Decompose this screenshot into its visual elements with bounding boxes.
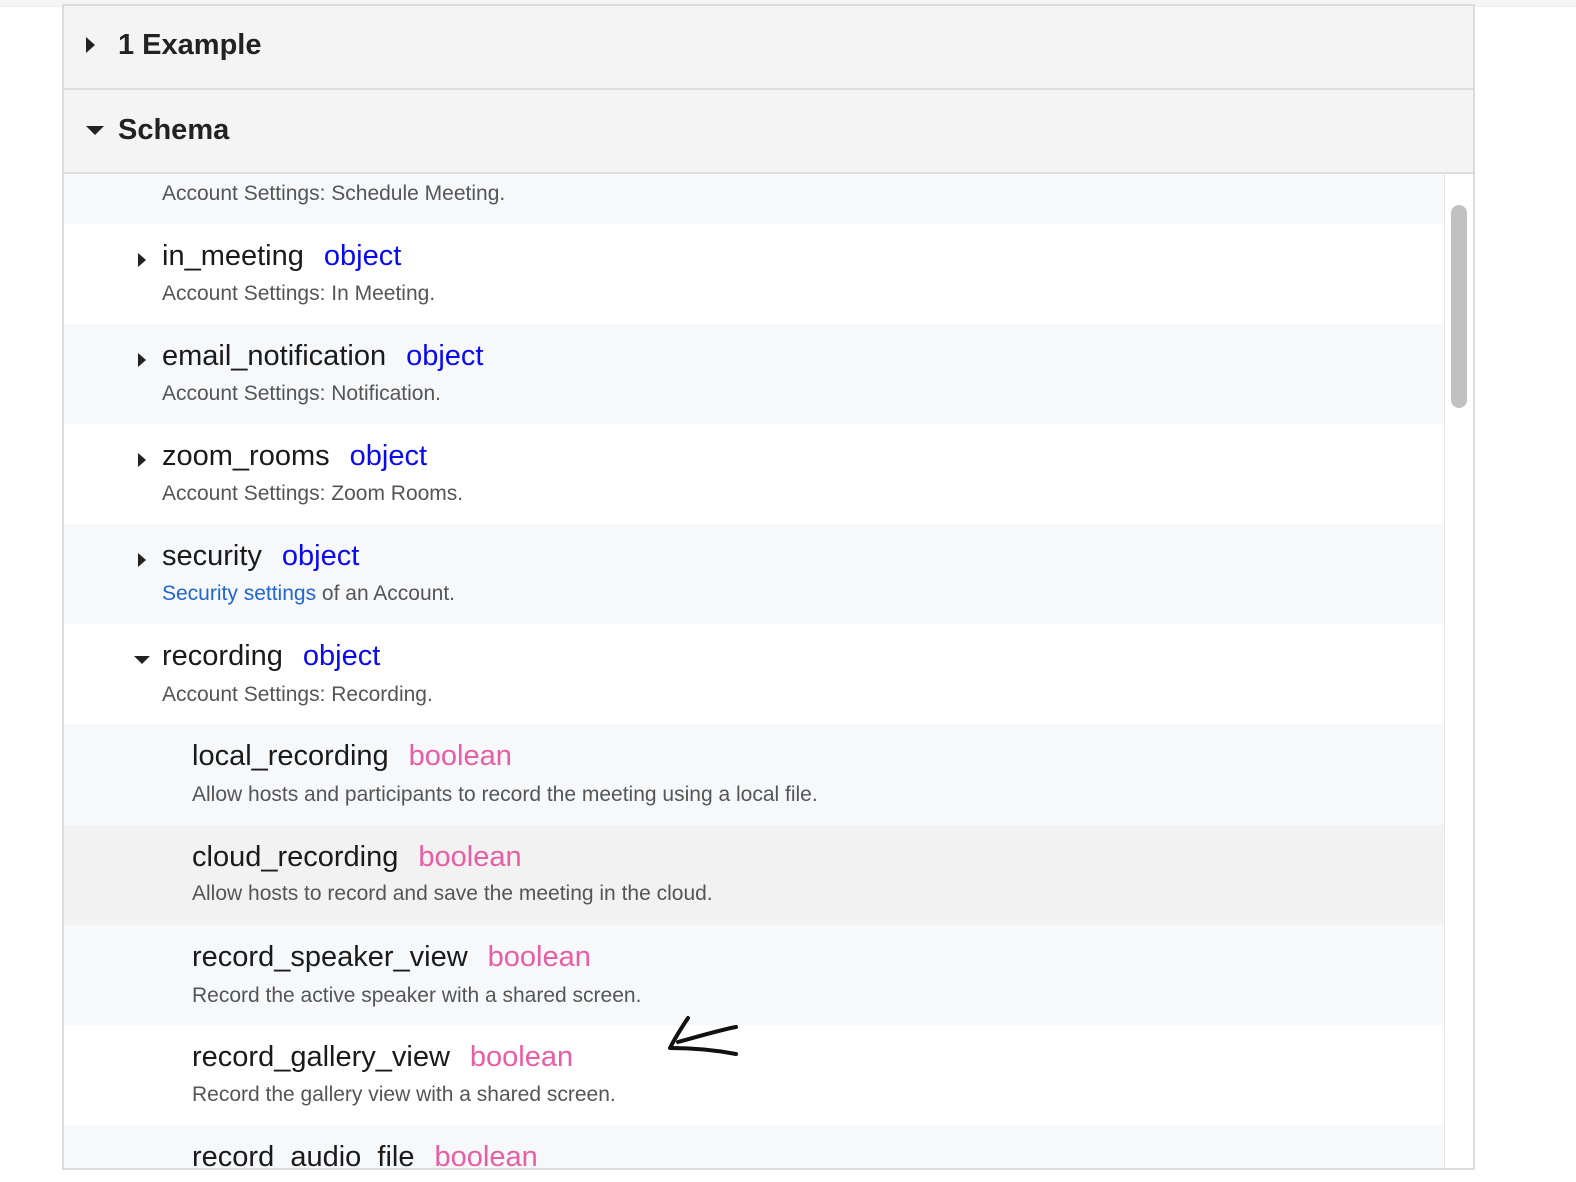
security-settings-link[interactable]: Security settings	[162, 582, 316, 605]
property-name: security	[162, 540, 262, 572]
schema-row-schedule-meeting: Account Settings: Schedule Meeting.	[64, 174, 1444, 224]
property-row-recording[interactable]: recording object Account Settings: Record…	[64, 624, 1444, 724]
example-accordion[interactable]: 1 Example	[64, 6, 1473, 90]
property-type: boolean	[418, 841, 522, 873]
property-type: boolean	[487, 941, 591, 973]
caret-down-icon[interactable]	[134, 656, 150, 664]
property-type: boolean	[408, 740, 512, 772]
property-name: cloud_recording	[192, 841, 399, 873]
property-row-zoom-rooms[interactable]: zoom_rooms object Account Settings: Zoom …	[64, 424, 1444, 524]
property-description: Account Settings: Schedule Meeting.	[162, 182, 506, 205]
property-name: local_recording	[192, 740, 389, 772]
property-name: record_audio_file	[192, 1141, 415, 1170]
property-description: Record the gallery view with a shared sc…	[192, 1083, 616, 1106]
property-type: object	[406, 340, 484, 372]
property-row-record-gallery-view: record_gallery_view boolean Record the ga…	[64, 1025, 1444, 1125]
property-row-cloud-recording: cloud_recording boolean Allow hosts to re…	[64, 825, 1444, 925]
caret-right-icon[interactable]	[138, 353, 146, 367]
property-description: Account Settings: Notification.	[162, 382, 441, 405]
caret-right-icon[interactable]	[138, 553, 146, 567]
property-description: Security settings of an Account.	[162, 582, 455, 606]
hand-drawn-arrow-icon	[668, 1016, 738, 1056]
caret-right-icon[interactable]	[138, 453, 146, 467]
property-type: boolean	[434, 1141, 538, 1170]
property-name: record_gallery_view	[192, 1041, 450, 1073]
property-row-record-audio-file: record_audio_file boolean	[64, 1125, 1444, 1170]
property-type: object	[349, 440, 428, 472]
property-name: record_speaker_view	[192, 941, 468, 973]
property-row-in-meeting[interactable]: in_meeting object Account Settings: In Me…	[64, 224, 1444, 324]
caret-right-icon	[86, 37, 95, 53]
caret-down-icon	[86, 126, 104, 135]
schema-accordion-title: Schema	[118, 114, 230, 146]
property-name: recording	[162, 640, 283, 672]
property-name: in_meeting	[162, 240, 304, 272]
property-description-rest: of an Account.	[316, 582, 456, 605]
property-description: Account Settings: Recording.	[162, 683, 433, 706]
property-description: Allow hosts to record and save the meeti…	[192, 882, 713, 905]
property-description: Allow hosts and participants to record t…	[192, 783, 818, 806]
property-type: boolean	[469, 1041, 574, 1073]
response-panel: 1 Example Schema Account Settings: Sched…	[62, 4, 1475, 1170]
caret-right-icon[interactable]	[138, 253, 146, 267]
property-type: object	[323, 240, 402, 272]
property-description: Account Settings: Zoom Rooms.	[162, 482, 464, 505]
property-name: email_notification	[162, 340, 387, 372]
scrollbar-thumb[interactable]	[1451, 205, 1467, 408]
schema-accordion[interactable]: Schema	[64, 90, 1473, 174]
property-row-local-recording: local_recording boolean Allow hosts and p…	[64, 724, 1444, 825]
example-accordion-title: 1 Example	[118, 29, 262, 61]
property-type: object	[281, 540, 360, 572]
property-row-record-speaker-view: record_speaker_view boolean Record the ac…	[64, 925, 1444, 1025]
property-name: zoom_rooms	[162, 440, 330, 472]
property-description: Account Settings: In Meeting.	[162, 282, 436, 305]
property-description: Record the active speaker with a shared …	[192, 984, 642, 1007]
schema-property-list: Account Settings: Schedule Meeting. in_m…	[64, 174, 1444, 1170]
property-row-security[interactable]: security object Security settings of an A…	[64, 524, 1444, 624]
property-row-email-notification[interactable]: email_notification object Account Setting…	[64, 324, 1444, 424]
property-type: object	[302, 640, 381, 672]
